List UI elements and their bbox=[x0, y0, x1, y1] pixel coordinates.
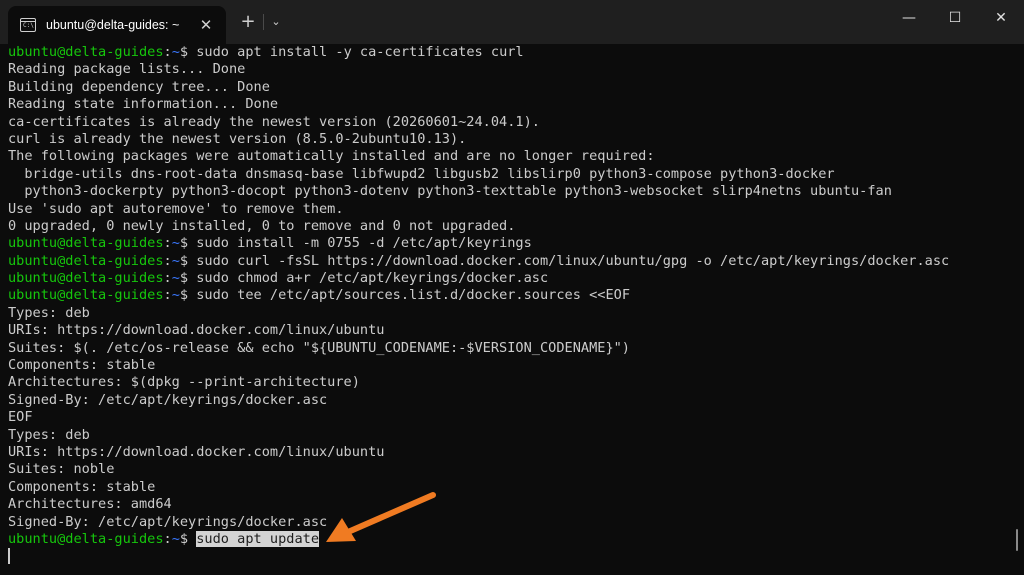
prompt-user-host: ubuntu@delta-guides bbox=[8, 235, 164, 252]
output-line: python3-dockerpty python3-docopt python3… bbox=[8, 183, 1010, 200]
command-line: ubuntu@delta-guides:~$ sudo chmod a+r /e… bbox=[8, 270, 1010, 287]
prompt-user-host: ubuntu@delta-guides bbox=[8, 44, 164, 60]
output-line: Reading state information... Done bbox=[8, 96, 1010, 113]
prompt-user-host: ubuntu@delta-guides bbox=[8, 270, 164, 287]
output-line: 0 upgraded, 0 newly installed, 0 to remo… bbox=[8, 218, 1010, 235]
output-text: Signed-By: /etc/apt/keyrings/docker.asc bbox=[8, 391, 328, 408]
output-text: Components: stable bbox=[8, 357, 156, 374]
output-line: EOF bbox=[8, 409, 1010, 426]
output-line: The following packages were automaticall… bbox=[8, 148, 1010, 165]
output-text: EOF bbox=[8, 409, 33, 426]
output-line: Building dependency tree... Done bbox=[8, 79, 1010, 96]
prompt-user-host: ubuntu@delta-guides bbox=[8, 287, 164, 304]
prompt-separator: : bbox=[163, 235, 172, 252]
prompt-symbol: $ bbox=[179, 530, 197, 547]
output-text: 0 upgraded, 0 newly installed, 0 to remo… bbox=[8, 217, 516, 234]
command-line: ubuntu@delta-guides:~$ sudo tee /etc/apt… bbox=[8, 287, 1010, 304]
title-bar: C:\ ubuntu@delta-guides: ~ ✕ + ⌄ — ☐ ✕ bbox=[0, 0, 1024, 44]
output-text: URIs: https://download.docker.com/linux/… bbox=[8, 443, 385, 460]
prompt-separator: : bbox=[163, 530, 172, 547]
command-text: sudo tee /etc/apt/sources.list.d/docker.… bbox=[196, 287, 631, 304]
output-line: Architectures: amd64 bbox=[8, 496, 1010, 513]
prompt-symbol: $ bbox=[179, 235, 197, 252]
prompt-path: ~ bbox=[171, 530, 180, 547]
output-text: python3-dockerpty python3-docopt python3… bbox=[8, 183, 892, 200]
command-text: sudo install -m 0755 -d /etc/apt/keyring… bbox=[196, 235, 532, 252]
new-tab-button[interactable]: + bbox=[236, 8, 260, 36]
output-text: Suites: noble bbox=[8, 461, 115, 478]
tab-title: ubuntu@delta-guides: ~ bbox=[46, 18, 180, 32]
minimize-button[interactable]: — bbox=[886, 0, 932, 36]
scrollbar[interactable] bbox=[1016, 529, 1018, 551]
output-line: Signed-By: /etc/apt/keyrings/docker.asc bbox=[8, 514, 1010, 531]
output-text: Architectures: amd64 bbox=[8, 496, 172, 513]
command-line: ubuntu@delta-guides:~$ sudo apt update bbox=[8, 530, 1010, 548]
terminal-output[interactable]: ubuntu@delta-guides:~$ sudo apt install … bbox=[8, 44, 1010, 575]
terminal-window: C:\ ubuntu@delta-guides: ~ ✕ + ⌄ — ☐ ✕ u… bbox=[0, 0, 1024, 575]
prompt-separator: : bbox=[163, 44, 172, 60]
output-text: Signed-By: /etc/apt/keyrings/docker.asc bbox=[8, 513, 328, 530]
prompt-separator: : bbox=[163, 270, 172, 287]
output-line: URIs: https://download.docker.com/linux/… bbox=[8, 444, 1010, 461]
output-line: Suites: $(. /etc/os-release && echo "${U… bbox=[8, 340, 1010, 357]
tab-divider bbox=[263, 14, 264, 30]
command-text: sudo apt install -y ca-certificates curl bbox=[196, 44, 524, 60]
prompt-separator: : bbox=[163, 287, 172, 304]
prompt-path: ~ bbox=[171, 44, 180, 60]
output-text: Reading state information... Done bbox=[8, 96, 279, 113]
output-text: Types: deb bbox=[8, 304, 90, 321]
command-text: sudo chmod a+r /etc/apt/keyrings/docker.… bbox=[196, 270, 549, 287]
output-line: curl is already the newest version (8.5.… bbox=[8, 131, 1010, 148]
close-button[interactable]: ✕ bbox=[978, 0, 1024, 36]
command-text[interactable]: sudo apt update bbox=[196, 530, 320, 547]
prompt-path: ~ bbox=[171, 252, 180, 269]
output-text: Types: deb bbox=[8, 426, 90, 443]
output-text: bridge-utils dns-root-data dnsmasq-base … bbox=[8, 165, 835, 182]
output-line: Architectures: $(dpkg --print-architectu… bbox=[8, 374, 1010, 391]
output-line: Types: deb bbox=[8, 305, 1010, 322]
output-text: Components: stable bbox=[8, 478, 156, 495]
command-line: ubuntu@delta-guides:~$ sudo apt install … bbox=[8, 44, 1010, 61]
prompt-symbol: $ bbox=[179, 287, 197, 304]
command-line: ubuntu@delta-guides:~$ sudo install -m 0… bbox=[8, 235, 1010, 252]
output-line: Types: deb bbox=[8, 427, 1010, 444]
terminal-icon: C:\ bbox=[20, 18, 36, 32]
command-text: sudo curl -fsSL https://download.docker.… bbox=[196, 252, 950, 269]
prompt-path: ~ bbox=[171, 287, 180, 304]
text-cursor bbox=[8, 548, 10, 565]
output-line: ca-certificates is already the newest ve… bbox=[8, 114, 1010, 131]
prompt-user-host: ubuntu@delta-guides bbox=[8, 530, 164, 547]
tab-ubuntu-shell[interactable]: C:\ ubuntu@delta-guides: ~ ✕ bbox=[8, 6, 226, 44]
prompt-symbol: $ bbox=[179, 44, 197, 60]
command-line: ubuntu@delta-guides:~$ sudo curl -fsSL h… bbox=[8, 253, 1010, 270]
output-line: Components: stable bbox=[8, 357, 1010, 374]
input-line[interactable] bbox=[8, 548, 1010, 565]
output-text: Architectures: $(dpkg --print-architectu… bbox=[8, 374, 360, 391]
output-line: Components: stable bbox=[8, 479, 1010, 496]
chevron-down-icon[interactable]: ⌄ bbox=[266, 8, 286, 36]
output-text: ca-certificates is already the newest ve… bbox=[8, 113, 540, 130]
output-text: Reading package lists... Done bbox=[8, 61, 246, 78]
prompt-symbol: $ bbox=[179, 270, 197, 287]
prompt-user-host: ubuntu@delta-guides bbox=[8, 252, 164, 269]
output-text: Building dependency tree... Done bbox=[8, 78, 270, 95]
output-line: bridge-utils dns-root-data dnsmasq-base … bbox=[8, 166, 1010, 183]
output-line: Reading package lists... Done bbox=[8, 61, 1010, 78]
tab-close-icon[interactable]: ✕ bbox=[196, 16, 216, 34]
output-line: Use 'sudo apt autoremove' to remove them… bbox=[8, 201, 1010, 218]
prompt-path: ~ bbox=[171, 235, 180, 252]
output-text: The following packages were automaticall… bbox=[8, 148, 655, 165]
output-text: Suites: $(. /etc/os-release && echo "${U… bbox=[8, 339, 630, 356]
output-text: curl is already the newest version (8.5.… bbox=[8, 130, 467, 147]
output-text: Use 'sudo apt autoremove' to remove them… bbox=[8, 200, 344, 217]
output-text: URIs: https://download.docker.com/linux/… bbox=[8, 322, 385, 339]
window-controls: — ☐ ✕ bbox=[886, 0, 1024, 36]
output-line: Suites: noble bbox=[8, 461, 1010, 478]
maximize-button[interactable]: ☐ bbox=[932, 0, 978, 36]
prompt-path: ~ bbox=[171, 270, 180, 287]
output-line: URIs: https://download.docker.com/linux/… bbox=[8, 322, 1010, 339]
prompt-separator: : bbox=[163, 252, 172, 269]
output-line: Signed-By: /etc/apt/keyrings/docker.asc bbox=[8, 392, 1010, 409]
prompt-symbol: $ bbox=[179, 252, 197, 269]
